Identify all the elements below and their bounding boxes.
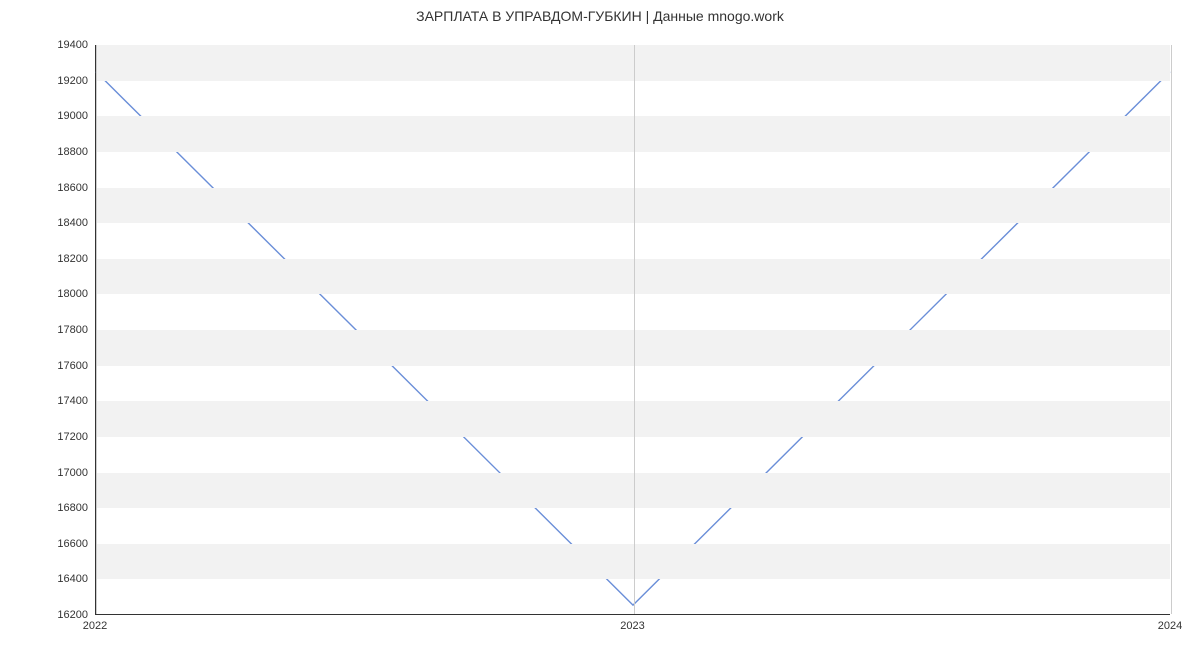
- x-gridline: [1171, 45, 1172, 614]
- y-tick-label: 17000: [57, 467, 88, 479]
- y-tick-label: 17400: [57, 395, 88, 407]
- y-tick-label: 16800: [57, 502, 88, 514]
- y-tick-label: 18400: [57, 217, 88, 229]
- x-gridline: [634, 45, 635, 614]
- y-tick-label: 17600: [57, 360, 88, 372]
- chart-title: ЗАРПЛАТА В УПРАВДОМ-ГУБКИН | Данные mnog…: [0, 8, 1200, 24]
- y-tick-label: 18000: [57, 288, 88, 300]
- x-gridline: [96, 45, 97, 614]
- chart-container: ЗАРПЛАТА В УПРАВДОМ-ГУБКИН | Данные mnog…: [0, 0, 1200, 650]
- y-tick-label: 18200: [57, 253, 88, 265]
- y-tick-label: 16600: [57, 538, 88, 550]
- y-tick-label: 19400: [57, 39, 88, 51]
- y-tick-label: 16400: [57, 573, 88, 585]
- y-tick-label: 18600: [57, 182, 88, 194]
- y-tick-label: 19200: [57, 75, 88, 87]
- y-tick-label: 17200: [57, 431, 88, 443]
- y-tick-label: 19000: [57, 110, 88, 122]
- y-tick-label: 17800: [57, 324, 88, 336]
- x-tick-label: 2023: [620, 620, 644, 632]
- x-tick-label: 2022: [83, 620, 107, 632]
- plot-area: [95, 45, 1170, 615]
- x-tick-label: 2024: [1158, 620, 1182, 632]
- y-tick-label: 18800: [57, 146, 88, 158]
